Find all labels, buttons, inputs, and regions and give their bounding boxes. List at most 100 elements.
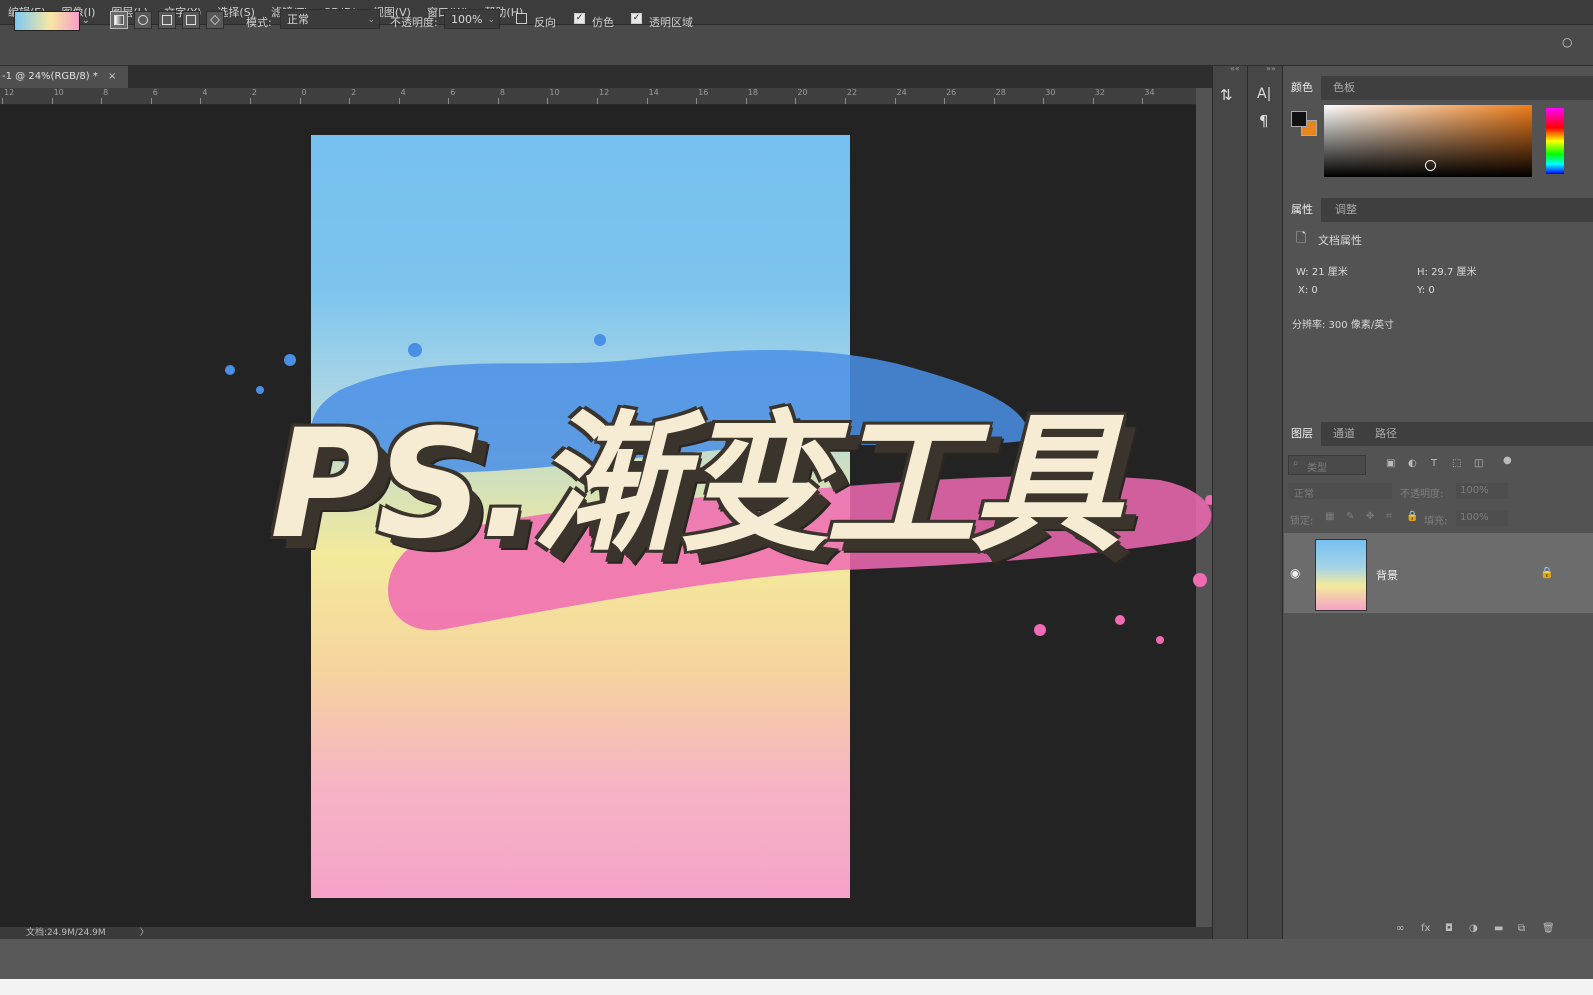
- ruler-tick: [547, 98, 549, 104]
- fill-label: 填充:: [1424, 516, 1448, 527]
- ruler-tick: [1092, 98, 1094, 104]
- smart-object-filter-icon[interactable]: ◫: [1474, 458, 1483, 469]
- visibility-eye-icon[interactable]: ◉: [1290, 566, 1300, 580]
- lock-paint-icon[interactable]: ✎: [1346, 511, 1354, 522]
- menu-bar: 编辑(E) 图像(I) 图层(L) 文字(Y) 选择(S) 滤镜(T) 3D(D…: [0, 0, 1593, 25]
- adjustment-filter-icon[interactable]: ◐: [1408, 458, 1417, 469]
- tab-properties[interactable]: 属性: [1283, 198, 1321, 222]
- layer-kind-filter[interactable]: ⌕ 类型: [1288, 455, 1366, 475]
- ruler-tick-label: 0: [301, 88, 307, 97]
- tab-swatches[interactable]: 色板: [1325, 76, 1363, 100]
- y-value[interactable]: Y: 0: [1417, 285, 1435, 296]
- mode-label: 模式:: [246, 16, 272, 29]
- new-layer-icon[interactable]: ⧉: [1518, 923, 1525, 934]
- ruler-tick: [51, 98, 53, 104]
- blend-mode-select[interactable]: 正常: [1288, 483, 1392, 500]
- layer-thumbnail[interactable]: [1315, 539, 1367, 611]
- right-panel-dock: [1282, 66, 1593, 939]
- search-icon: ⌕: [1293, 458, 1299, 469]
- layer-style-icon[interactable]: fx: [1421, 923, 1430, 934]
- status-bar: 文档:24.9M/24.9M 〉: [0, 927, 1212, 939]
- lock-artboard-icon[interactable]: ⌗: [1386, 511, 1392, 522]
- tab-layers[interactable]: 图层: [1283, 422, 1321, 446]
- paragraph-icon[interactable]: ¶: [1259, 112, 1269, 130]
- collapse-icon[interactable]: ««: [1230, 64, 1240, 73]
- collapse-icon[interactable]: »»: [1266, 64, 1276, 73]
- ruler-tick: [795, 98, 797, 104]
- adjustment-layer-icon[interactable]: ◑: [1469, 923, 1478, 934]
- ruler-tick-label: 12: [4, 88, 15, 97]
- options-bar: [0, 25, 1593, 66]
- tab-paths[interactable]: 路径: [1367, 422, 1405, 446]
- width-value[interactable]: W: 21 厘米: [1296, 263, 1348, 278]
- fill-value: 100%: [1460, 512, 1489, 523]
- tab-adjustments[interactable]: 调整: [1327, 198, 1365, 222]
- status-arrow-icon[interactable]: 〉: [140, 928, 149, 938]
- mode-select[interactable]: 正常 ⌄: [280, 9, 380, 29]
- bottom-bar: [0, 939, 1593, 979]
- lock-pixels-icon[interactable]: ▦: [1325, 511, 1334, 522]
- character-panel-strip: [1247, 66, 1282, 939]
- ruler-tick-label: 18: [747, 88, 758, 97]
- reverse-checkbox[interactable]: [516, 13, 527, 24]
- trash-icon[interactable]: 🗑: [1542, 923, 1555, 934]
- chevron-down-icon: ⌄: [367, 15, 375, 25]
- ruler-tick: [696, 98, 698, 104]
- add-mask-icon[interactable]: ◘: [1445, 923, 1453, 934]
- angle-gradient-button[interactable]: [158, 11, 176, 29]
- ruler-tick-label: 6: [450, 88, 456, 97]
- gradient-picker-chevron-icon[interactable]: ⌄: [80, 11, 92, 31]
- type-filter-icon[interactable]: T: [1431, 458, 1437, 469]
- ruler-tick-label: 22: [846, 88, 858, 97]
- tab-color[interactable]: 颜色: [1283, 76, 1321, 100]
- ruler-tick: [101, 98, 103, 104]
- reflected-gradient-button[interactable]: [182, 11, 200, 29]
- ruler-tick: [349, 98, 351, 104]
- color-picker-ring-icon[interactable]: [1425, 160, 1436, 171]
- close-icon[interactable]: ×: [108, 66, 122, 88]
- diamond-gradient-button[interactable]: [206, 11, 224, 29]
- layer-name[interactable]: 背景: [1376, 567, 1398, 583]
- tab-channels[interactable]: 通道: [1325, 422, 1363, 446]
- height-value[interactable]: H: 29.7 厘米: [1417, 263, 1477, 278]
- radial-gradient-button[interactable]: [134, 11, 152, 29]
- opacity-input[interactable]: 100% ⌄: [444, 9, 500, 29]
- layer-opacity-value: 100%: [1460, 485, 1489, 496]
- pixel-filter-icon[interactable]: ▣: [1386, 458, 1395, 469]
- linear-gradient-button[interactable]: [110, 11, 128, 29]
- ruler-tick-label: 32: [1094, 88, 1106, 97]
- ruler-tick: [1142, 98, 1144, 104]
- x-value[interactable]: X: 0: [1298, 285, 1318, 296]
- hue-spectrum-slider[interactable]: [1546, 108, 1564, 174]
- ruler-tick-label: 16: [698, 88, 709, 97]
- foreground-color-swatch[interactable]: [1291, 111, 1307, 127]
- fill-input[interactable]: 100%: [1456, 510, 1508, 526]
- ruler-tick-label: 20: [797, 88, 808, 97]
- dither-checkbox[interactable]: ✓: [574, 13, 585, 24]
- gradient-preview-swatch[interactable]: [14, 11, 80, 31]
- shape-filter-icon[interactable]: ⬚: [1452, 458, 1461, 469]
- ruler-tick: [1043, 98, 1045, 104]
- ruler-tick: [2, 98, 3, 104]
- ruler-tick-label: 26: [946, 88, 957, 97]
- lock-position-icon[interactable]: ✥: [1366, 511, 1374, 522]
- character-icon[interactable]: A|: [1257, 86, 1271, 102]
- filter-toggle-icon[interactable]: ●: [1503, 455, 1512, 466]
- ruler-tick-label: 24: [896, 88, 907, 97]
- transparency-checkbox[interactable]: ✓: [631, 13, 642, 24]
- new-group-icon[interactable]: ▬: [1494, 923, 1503, 934]
- transparency-label: 透明区域: [649, 16, 693, 29]
- ruler-tick-label: 2: [351, 88, 357, 97]
- layer-opacity-input[interactable]: 100%: [1456, 483, 1508, 499]
- link-layers-icon[interactable]: ∞: [1396, 923, 1404, 934]
- dither-label: 仿色: [592, 16, 614, 29]
- history-icon[interactable]: ⇅: [1220, 86, 1233, 104]
- search-icon[interactable]: ○: [1562, 35, 1572, 49]
- ruler-tick: [448, 98, 450, 104]
- layer-kind-label: 类型: [1307, 463, 1327, 474]
- lock-all-icon[interactable]: 🔒: [1406, 511, 1418, 522]
- ruler-tick: [497, 98, 499, 104]
- ruler-tick-label: 10: [549, 88, 560, 97]
- lock-icon: 🔒: [1540, 566, 1554, 579]
- ruler-tick: [398, 98, 400, 104]
